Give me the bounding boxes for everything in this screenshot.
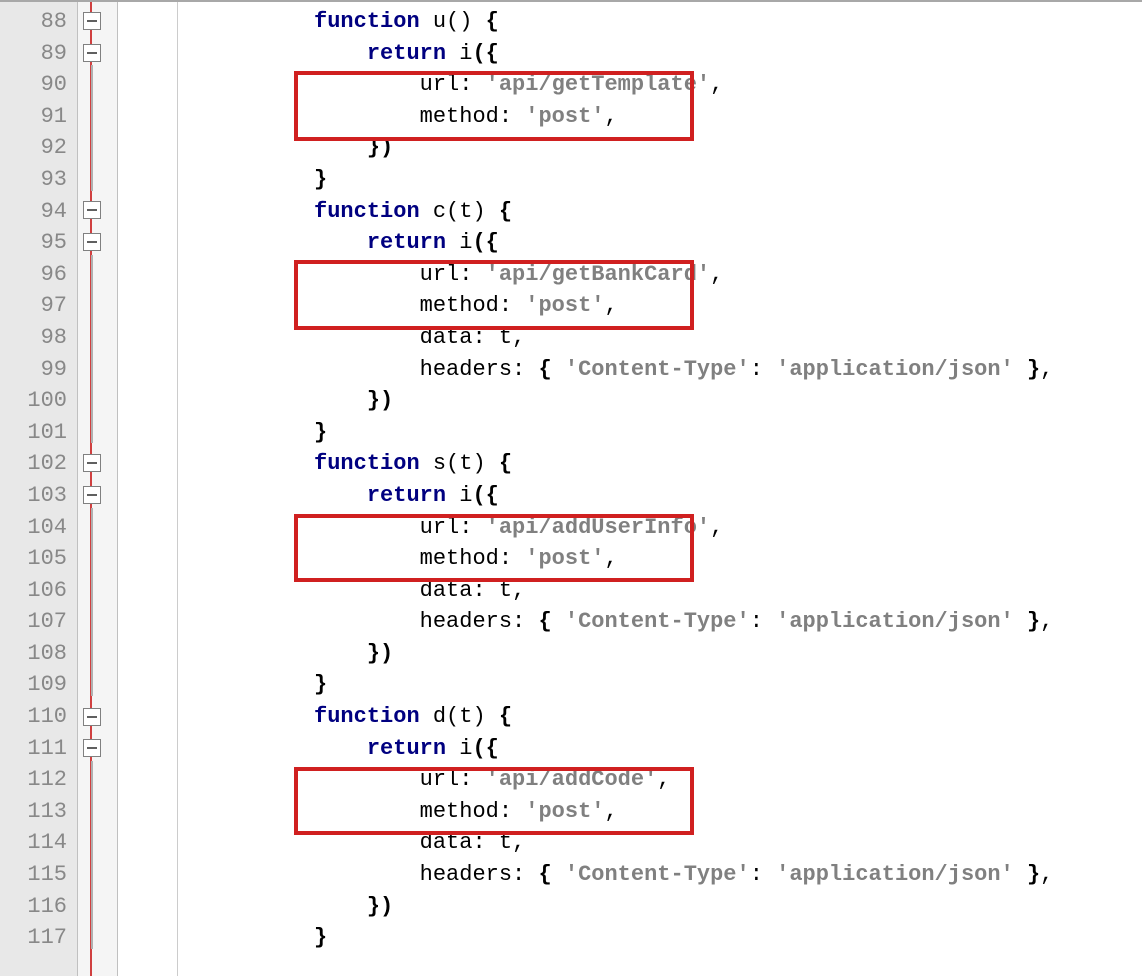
fold-toggle-icon[interactable] bbox=[83, 708, 101, 726]
line-number: 95 bbox=[0, 227, 67, 259]
line-number: 117 bbox=[0, 922, 67, 954]
line-number: 112 bbox=[0, 764, 67, 796]
line-number: 89 bbox=[0, 38, 67, 70]
line-number: 93 bbox=[0, 164, 67, 196]
code-editor: 8889909192939495969798991001011021031041… bbox=[0, 2, 1142, 976]
fold-guide bbox=[91, 255, 93, 443]
fold-toggle-icon[interactable] bbox=[83, 454, 101, 472]
fold-toggle-icon[interactable] bbox=[83, 12, 101, 30]
fold-toggle-icon[interactable] bbox=[83, 486, 101, 504]
fold-toggle-icon[interactable] bbox=[83, 44, 101, 62]
fold-guide bbox=[91, 761, 93, 949]
line-number: 111 bbox=[0, 733, 67, 765]
line-number: 94 bbox=[0, 196, 67, 228]
line-number: 98 bbox=[0, 322, 67, 354]
line-number: 108 bbox=[0, 638, 67, 670]
margin-column bbox=[118, 2, 178, 976]
line-number-gutter: 8889909192939495969798991001011021031041… bbox=[0, 2, 78, 976]
line-number: 100 bbox=[0, 385, 67, 417]
line-number: 97 bbox=[0, 290, 67, 322]
line-number: 115 bbox=[0, 859, 67, 891]
fold-column[interactable] bbox=[78, 2, 118, 976]
fold-toggle-icon[interactable] bbox=[83, 739, 101, 757]
line-number: 116 bbox=[0, 891, 67, 923]
fold-guide bbox=[91, 65, 93, 191]
code-area[interactable]: function u() { return i({ url: 'api/getT… bbox=[178, 2, 1142, 976]
line-number: 88 bbox=[0, 6, 67, 38]
line-number: 91 bbox=[0, 101, 67, 133]
line-number: 107 bbox=[0, 606, 67, 638]
line-number: 102 bbox=[0, 448, 67, 480]
line-number: 113 bbox=[0, 796, 67, 828]
line-number: 90 bbox=[0, 69, 67, 101]
fold-guide bbox=[91, 508, 93, 696]
line-number: 101 bbox=[0, 417, 67, 449]
line-number: 105 bbox=[0, 543, 67, 575]
line-number: 104 bbox=[0, 512, 67, 544]
line-number: 110 bbox=[0, 701, 67, 733]
line-number: 114 bbox=[0, 827, 67, 859]
line-number: 103 bbox=[0, 480, 67, 512]
line-number: 106 bbox=[0, 575, 67, 607]
line-number: 99 bbox=[0, 354, 67, 386]
line-number: 92 bbox=[0, 132, 67, 164]
fold-toggle-icon[interactable] bbox=[83, 201, 101, 219]
line-number: 96 bbox=[0, 259, 67, 291]
line-number: 109 bbox=[0, 669, 67, 701]
fold-toggle-icon[interactable] bbox=[83, 233, 101, 251]
